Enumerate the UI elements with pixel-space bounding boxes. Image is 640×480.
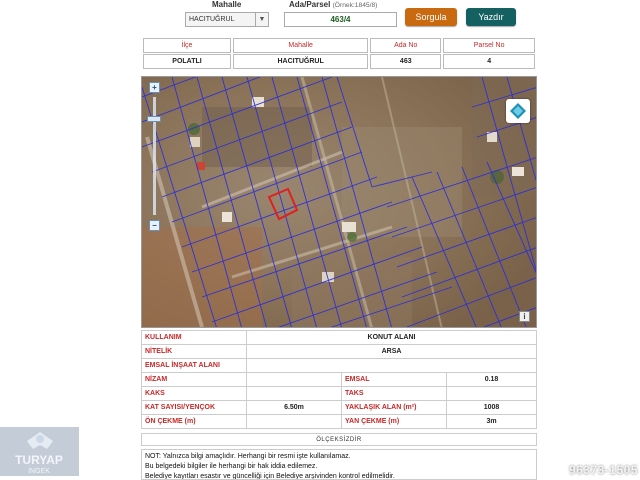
zoom-in-button[interactable]: +	[149, 82, 160, 93]
ilce-header: İlçe	[143, 38, 232, 53]
kat-sayisi-label: KAT SAYISI/YENÇOK	[141, 400, 247, 415]
mahalle-select[interactable]: HACITUĞRUL ▼	[185, 12, 269, 27]
yaklasik-alan-value: 1008	[446, 400, 537, 415]
yaklasik-alan-label: YAKLAŞIK ALAN (m²)	[341, 400, 447, 415]
ada-no-header: Ada No	[370, 38, 442, 53]
nitelik-value: ARSA	[246, 344, 537, 359]
kullanim-label: KULLANIM	[141, 330, 247, 345]
nizam-label: NİZAM	[141, 372, 247, 387]
kaks-label: KAKS	[141, 386, 247, 401]
ada-parsel-label: Ada/Parsel (Örnek:1845/8)	[289, 0, 378, 9]
layers-icon	[510, 103, 526, 119]
info-button[interactable]: i	[519, 311, 530, 322]
ilce-value: POLATLI	[143, 54, 232, 69]
kat-sayisi-value: 6.50m	[246, 400, 342, 415]
note-line: Belediye kayıtları esastır ve güncelliği…	[145, 473, 395, 480]
note-line: NOT: Yalnızca bilgi amaçlıdır. Herhangi …	[145, 453, 351, 460]
layers-button[interactable]	[506, 99, 530, 123]
parsel-no-value: 4	[443, 54, 535, 69]
parcel-query-panel: Mahalle Ada/Parsel (Örnek:1845/8) HACITU…	[139, 0, 540, 480]
yazdir-button[interactable]: Yazdır	[466, 8, 516, 26]
mahalle-header: Mahalle	[233, 38, 369, 53]
kullanim-value: KONUT ALANI	[246, 330, 537, 345]
zoom-slider[interactable]	[153, 97, 156, 215]
taks-label: TAKS	[341, 386, 447, 401]
agency-logo-watermark: TURYAP İNGEK	[0, 427, 79, 476]
taks-value	[446, 386, 537, 401]
parsel-no-header: Parsel No	[443, 38, 535, 53]
emsal-value: 0.18	[446, 372, 537, 387]
disclaimer-note: NOT: Yalnızca bilgi amaçlıdır. Herhangi …	[141, 449, 537, 480]
zoning-attributes-table: KULLANIM KONUT ALANI NİTELİK ARSA EMSAL …	[141, 330, 537, 429]
zoom-handle[interactable]	[147, 116, 161, 122]
mahalle-label: Mahalle	[212, 0, 242, 9]
satellite-map[interactable]	[142, 77, 537, 328]
nitelik-label: NİTELİK	[141, 344, 247, 359]
note-line: Bu belgedeki bilgiler ile herhangi bir h…	[145, 463, 318, 470]
emsal-insaat-label: EMSAL İNŞAAT ALANI	[141, 358, 247, 373]
sorgula-button[interactable]: Sorgula	[405, 8, 457, 26]
on-cekme-label: ÖN ÇEKME (m)	[141, 414, 247, 429]
handshake-logo-icon: TURYAP İNGEK	[0, 427, 79, 476]
scale-note: ÖLÇEKSİZDİR	[141, 433, 537, 446]
zoom-out-button[interactable]: −	[149, 220, 160, 231]
kaks-value	[246, 386, 342, 401]
on-cekme-value	[246, 414, 342, 429]
map-view[interactable]: + − i	[141, 76, 537, 328]
summary-table: İlçe Mahalle Ada No Parsel No POLATLI HA…	[141, 37, 537, 70]
emsal-label: EMSAL	[341, 372, 447, 387]
ada-parsel-input[interactable]: 463/4	[284, 12, 397, 27]
emsal-insaat-value	[246, 358, 537, 373]
svg-text:İNGEK: İNGEK	[28, 466, 50, 475]
yan-cekme-value: 3m	[446, 414, 537, 429]
mahalle-value: HACITUĞRUL	[233, 54, 369, 69]
listing-id-watermark: 96373-1505	[568, 463, 638, 477]
yan-cekme-label: YAN ÇEKME (m)	[341, 414, 447, 429]
chevron-down-icon[interactable]: ▼	[255, 13, 268, 26]
nizam-value	[246, 372, 342, 387]
svg-text:TURYAP: TURYAP	[15, 453, 63, 467]
ada-no-value: 463	[370, 54, 442, 69]
